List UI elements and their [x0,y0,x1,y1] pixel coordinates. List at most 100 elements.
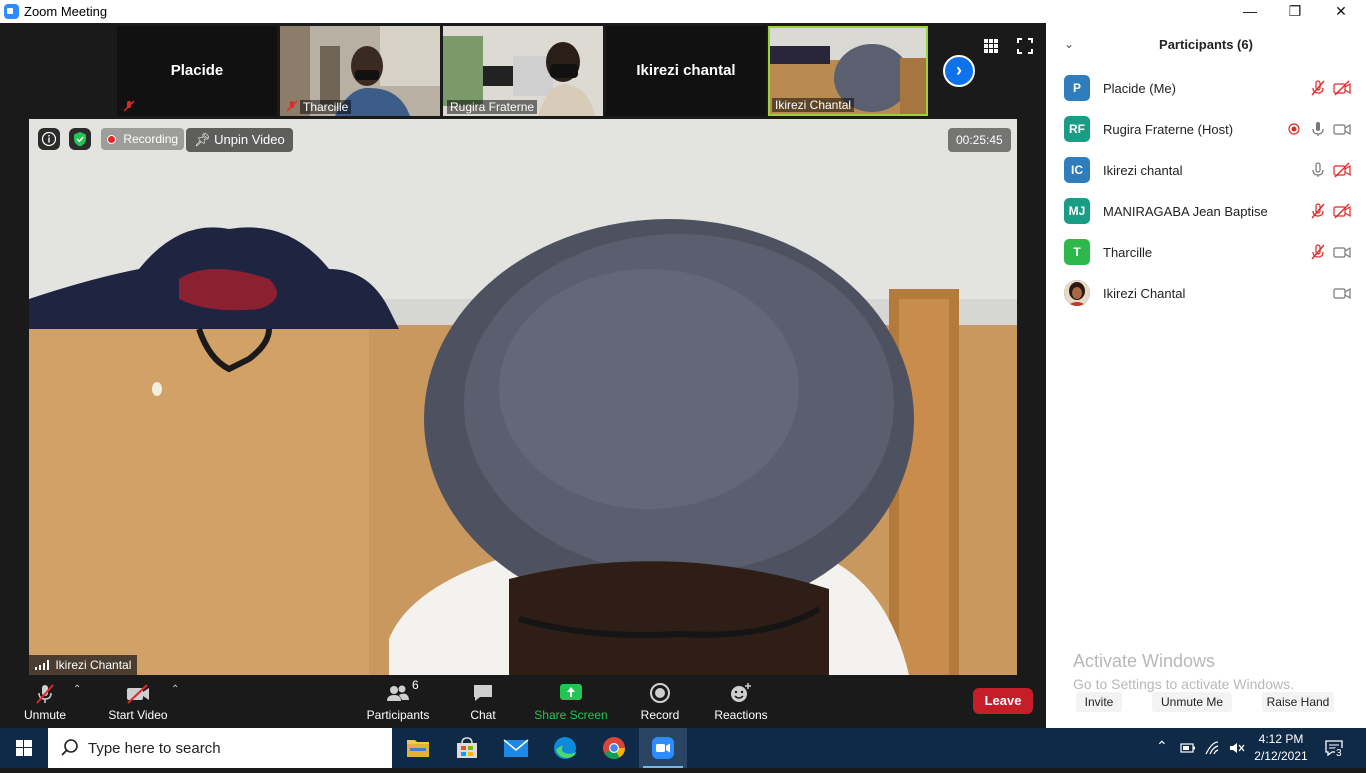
participant-name: Placide (Me) [1103,81,1176,96]
share-screen-button[interactable]: Share Screen [533,676,609,728]
fullscreen-icon[interactable] [1016,37,1034,55]
leave-button[interactable]: Leave [973,688,1033,714]
tile-label: Ikirezi Chantal [772,98,855,112]
reactions-icon [712,676,770,708]
video-tile-ikirezi-chantal-active[interactable]: Ikirezi Chantal [768,26,928,116]
video-off-icon[interactable] [1333,80,1351,96]
participants-icon: 6 [364,676,432,708]
taskbar-edge[interactable] [541,728,589,768]
participant-row[interactable]: T Tharcille [1046,233,1366,273]
taskbar-store[interactable] [443,728,491,768]
taskbar-mail[interactable] [492,728,540,768]
record-button[interactable]: Record [637,676,683,728]
close-button[interactable]: ✕ [1318,0,1364,23]
restore-button[interactable]: ❐ [1272,0,1318,23]
participants-label: Participants [366,708,430,722]
video-options-caret[interactable]: ⌃ [171,684,179,695]
avatar: T [1064,239,1090,265]
participant-row[interactable]: RF Rugira Fraterne (Host) [1046,110,1366,150]
clock-date: 2/12/2021 [1254,749,1308,763]
invite-button[interactable]: Invite [1076,692,1122,712]
participant-row[interactable]: P Placide (Me) [1046,69,1366,109]
participant-row[interactable]: MJ MANIRAGABA Jean Baptise [1046,192,1366,232]
video-tile-ikirezi-chantal-name[interactable]: Ikirezi chantal [606,26,766,116]
meeting-stage: Placide Tharcille Rugira Fraterne Ikirez… [0,23,1046,728]
reactions-label: Reactions [714,708,768,722]
signal-bars-icon [35,656,49,675]
video-strip: Placide Tharcille Rugira Fraterne Ikirez… [0,23,1046,119]
raise-hand-button[interactable]: Raise Hand [1262,692,1334,712]
video-off-icon[interactable] [1333,203,1351,219]
gallery-view-icon[interactable] [982,37,1000,55]
participants-button[interactable]: 6 Participants [364,676,432,728]
search-icon [61,739,78,756]
main-video[interactable]: Recording 📌︎ Unpin Video 00:25:45 Ikirez… [29,119,1017,675]
chevron-right-icon: › [956,60,962,80]
windows-taskbar: Type here to search ⌃ 4:12 PM 2/12/2021 … [0,728,1366,768]
unmute-button[interactable]: Unmute [14,676,76,728]
system-tray: ⌃ [1156,728,1246,768]
taskbar-zoom[interactable] [639,728,687,768]
start-button[interactable] [0,728,48,768]
share-screen-label: Share Screen [534,708,608,722]
encryption-button[interactable] [69,128,91,150]
minimize-button[interactable]: — [1227,0,1273,23]
mic-muted-icon[interactable] [1310,244,1326,260]
zoom-icon [652,737,674,759]
video-tile-rugira-fraterne[interactable]: Rugira Fraterne [443,26,603,116]
chat-button[interactable]: Chat [460,676,506,728]
participant-name: MANIRAGABA Jean Baptise [1103,204,1268,219]
taskbar-search[interactable]: Type here to search [48,728,392,768]
mic-on-icon[interactable] [1310,162,1326,178]
taskbar-file-explorer[interactable] [394,728,442,768]
taskbar-chrome[interactable] [590,728,638,768]
avatar: MJ [1064,198,1090,224]
audio-options-caret[interactable]: ⌃ [73,684,81,695]
avatar: P [1064,75,1090,101]
video-on-icon[interactable] [1333,121,1351,137]
battery-icon[interactable] [1180,741,1196,755]
windows-logo-icon [16,740,32,756]
unmute-me-button[interactable]: Unmute Me [1152,692,1232,712]
video-tile-tharcille[interactable]: Tharcille [280,26,440,116]
video-off-icon [104,676,172,708]
panel-footer: Invite Unmute Me Raise Hand [1046,688,1366,714]
next-page-button[interactable]: › [943,55,975,87]
mic-muted-icon[interactable] [1310,80,1326,96]
reactions-button[interactable]: Reactions [712,676,770,728]
tile-label: Tharcille [300,100,352,114]
unpin-label: Unpin Video [214,132,285,147]
mic-on-icon[interactable] [1310,121,1326,137]
video-off-icon[interactable] [1333,162,1351,178]
store-icon [457,737,477,758]
pin-icon: 📌︎ [194,132,211,147]
shield-check-icon [74,132,86,147]
unmute-label: Unmute [23,708,67,722]
tray-chevron-up-icon[interactable]: ⌃ [1156,738,1168,755]
speaker-video-image [29,119,1017,675]
participant-row[interactable]: Ikirezi Chantal [1046,274,1366,314]
recording-indicator: Recording [101,128,185,150]
record-icon [637,676,683,708]
zoom-app-icon [4,4,19,19]
unpin-video-button[interactable]: 📌︎ Unpin Video [186,128,293,152]
video-on-icon[interactable] [1333,285,1351,301]
notifications-button[interactable]: 3 [1322,728,1348,768]
participant-name: Tharcille [1103,245,1153,260]
avatar-photo-icon [1064,280,1090,306]
participant-row[interactable]: IC Ikirezi chantal [1046,151,1366,191]
wifi-icon[interactable] [1204,740,1220,756]
start-video-button[interactable]: Start Video [104,676,172,728]
panel-title: Participants (6) [1159,37,1253,52]
video-tile-placide[interactable]: Placide [117,26,277,116]
meeting-info-button[interactable] [38,128,60,150]
record-label: Record [640,708,680,722]
mic-muted-icon [14,676,76,708]
recording-label: Recording [123,132,179,146]
video-on-icon[interactable] [1333,244,1351,260]
volume-muted-icon[interactable] [1228,740,1246,756]
window-title: Zoom Meeting [24,4,108,19]
taskbar-clock[interactable]: 4:12 PM 2/12/2021 [1252,731,1310,765]
mic-muted-icon [123,100,135,112]
mic-muted-icon[interactable] [1310,203,1326,219]
